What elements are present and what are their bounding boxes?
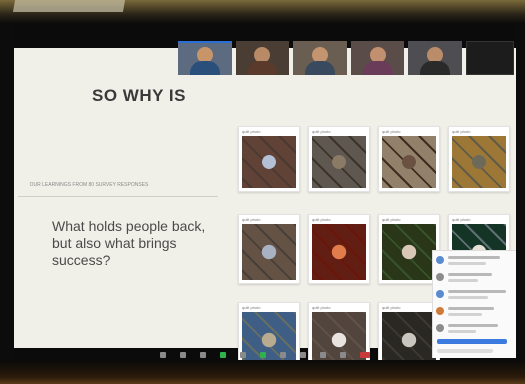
quilt-photo (382, 224, 436, 280)
quilt-photo (242, 136, 296, 188)
record-icon[interactable] (280, 352, 286, 358)
chat-message (436, 254, 513, 268)
chat-message (436, 288, 513, 302)
monitor-bezel-left (0, 24, 14, 360)
chat-icon[interactable] (240, 352, 246, 358)
chat-message-text (448, 307, 494, 310)
self-view-tile[interactable] (466, 41, 514, 75)
slide-divider (18, 196, 218, 197)
quilt-card-caption: quilt photo (242, 217, 261, 222)
participant-video-tile[interactable] (293, 41, 347, 75)
apps-icon[interactable] (320, 352, 326, 358)
participant-video-tile[interactable] (235, 41, 290, 75)
meeting-toolbar (14, 350, 516, 360)
chat-message-text (448, 262, 486, 265)
chat-input[interactable] (437, 339, 507, 344)
quilt-photo (382, 136, 436, 188)
participant-body (362, 61, 393, 75)
slide-headline: What holds people back, but also what br… (52, 218, 206, 268)
slide-title: SO WHY IS (92, 86, 186, 105)
quilt-card[interactable]: quilt photo (448, 126, 510, 192)
monitor-bezel-bottom (0, 360, 525, 384)
meeting-window: SO WHY IS OUR LEARNINGS FROM 80 SURVEY R… (14, 24, 516, 360)
chat-message-text (448, 330, 476, 333)
participant-body (420, 61, 451, 75)
quilt-card-caption: quilt photo (382, 305, 401, 310)
quilt-card[interactable]: quilt photo (308, 214, 370, 284)
security-icon[interactable] (200, 352, 206, 358)
monitor-bezel-top (0, 0, 525, 24)
chat-message (436, 271, 513, 285)
quilt-card[interactable]: quilt photo (378, 126, 440, 192)
quilt-card-caption: quilt photo (312, 305, 331, 310)
participant-body (247, 61, 278, 75)
avatar-icon (436, 273, 444, 281)
quilt-card[interactable]: quilt photo (238, 214, 300, 284)
share-screen-icon[interactable] (260, 352, 266, 358)
quilt-card-caption: quilt photo (382, 129, 401, 134)
chat-message (436, 322, 513, 336)
chat-message-text (448, 324, 498, 327)
avatar-icon (436, 307, 444, 315)
more-icon[interactable] (340, 352, 346, 358)
participant-body (189, 61, 220, 75)
slide-caption: OUR LEARNINGS FROM 80 SURVEY RESPONSES (29, 182, 149, 188)
participant-body (304, 61, 335, 75)
chat-message-text (448, 313, 482, 316)
participants-icon[interactable] (220, 352, 226, 358)
avatar-icon (436, 256, 444, 264)
quilt-card[interactable]: quilt photo (308, 126, 370, 192)
chat-panel (432, 250, 516, 358)
chat-message-text (448, 273, 492, 276)
quilt-card[interactable]: quilt photo (238, 126, 300, 192)
quilt-card-caption: quilt photo (382, 217, 401, 222)
quilt-card-caption: quilt photo (452, 217, 471, 222)
participant-video-tile[interactable] (350, 41, 405, 75)
mic-icon[interactable] (160, 352, 166, 358)
camera-icon[interactable] (180, 352, 186, 358)
quilt-card-caption: quilt photo (312, 129, 331, 134)
chat-message-text (448, 279, 478, 282)
avatar-icon (436, 290, 444, 298)
participant-strip (178, 41, 462, 75)
quilt-photo (312, 224, 366, 280)
quilt-card-caption: quilt photo (452, 129, 471, 134)
background-paper (12, 0, 126, 12)
quilt-photo (452, 136, 506, 188)
quilt-photo (312, 136, 366, 188)
chat-message-text (448, 256, 500, 259)
quilt-card-caption: quilt photo (242, 305, 261, 310)
participant-video-tile[interactable] (408, 41, 462, 75)
avatar-icon (436, 324, 444, 332)
monitor-bezel-right (516, 24, 525, 360)
quilt-card-caption: quilt photo (242, 129, 261, 134)
leave-icon[interactable] (360, 352, 370, 358)
participant-video-tile[interactable] (178, 41, 232, 75)
chat-message (436, 305, 513, 319)
chat-message-text (448, 290, 506, 293)
chat-message-text (448, 296, 488, 299)
quilt-photo (242, 224, 296, 280)
reactions-icon[interactable] (300, 352, 306, 358)
quilt-card[interactable]: quilt photo (378, 214, 440, 284)
quilt-card-caption: quilt photo (312, 217, 331, 222)
